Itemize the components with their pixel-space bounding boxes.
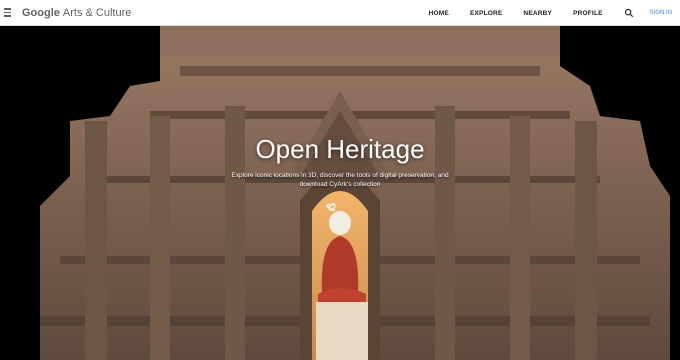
logo-arts-culture: Arts & Culture [62, 6, 132, 19]
nav-explore[interactable]: EXPLORE [470, 10, 502, 17]
top-bar: Google Arts & Culture HOME EXPLORE NEARB… [0, 0, 680, 26]
hamburger-menu-icon[interactable] [4, 0, 20, 26]
hero-banner: Open Heritage Explore iconic locations i… [0, 26, 680, 360]
temple-illustration [0, 26, 680, 360]
hero-title: Open Heritage [255, 134, 425, 164]
logo[interactable]: Google Arts & Culture [22, 7, 131, 19]
sign-in-link[interactable]: SIGN IN [650, 10, 672, 16]
hero-subtitle: Explore iconic locations in 3D, discover… [231, 172, 449, 188]
search-icon[interactable] [624, 8, 634, 18]
logo-google: Google [22, 6, 60, 19]
nav-profile[interactable]: PROFILE [573, 10, 603, 17]
nav-nearby[interactable]: NEARBY [523, 10, 552, 17]
share-icon[interactable] [326, 202, 336, 212]
main-nav: HOME EXPLORE NEARBY PROFILE SIGN IN [429, 0, 680, 26]
nav-home[interactable]: HOME [429, 10, 449, 17]
